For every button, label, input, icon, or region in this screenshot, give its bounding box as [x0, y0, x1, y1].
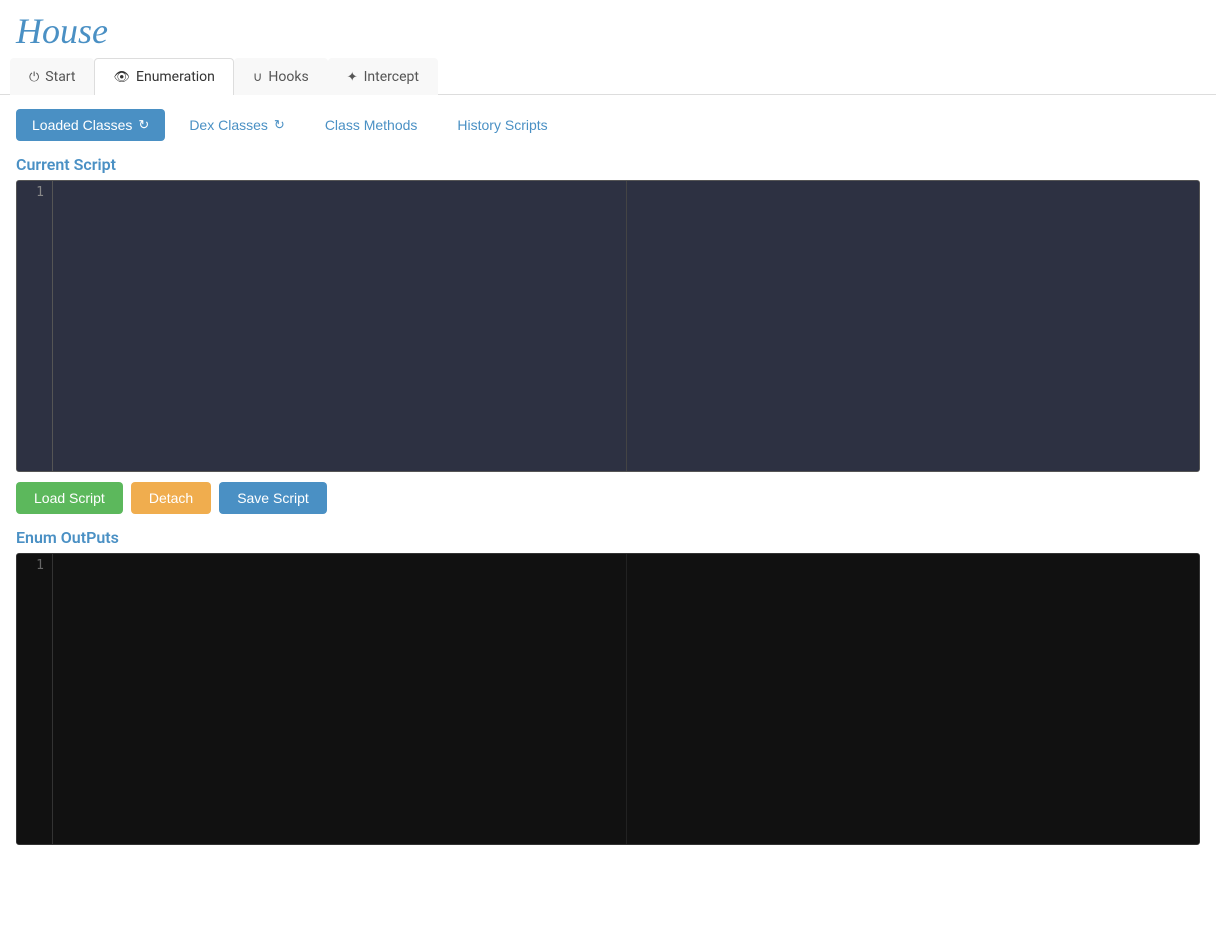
subtab-dex-classes-label: Dex Classes: [189, 117, 268, 133]
app-header: House: [0, 0, 1216, 58]
editor-main: [53, 181, 1199, 471]
load-script-button[interactable]: Load Script: [16, 482, 123, 514]
eye-icon: 👁: [113, 70, 130, 85]
detach-button[interactable]: Detach: [131, 482, 211, 514]
enum-right-panel: [626, 554, 1200, 844]
editor-gutter: 1: [17, 181, 53, 471]
subtab-dex-classes[interactable]: Dex Classes ↻: [173, 109, 301, 141]
save-script-button[interactable]: Save Script: [219, 482, 327, 514]
subtab-loaded-classes-label: Loaded Classes: [32, 117, 132, 133]
tab-hooks-label: Hooks: [268, 69, 308, 85]
refresh-icon-1: ↻: [138, 117, 149, 133]
subtab-history-scripts-label: History Scripts: [457, 117, 547, 133]
tab-intercept[interactable]: ✦ Intercept: [328, 58, 438, 95]
subtab-class-methods-label: Class Methods: [325, 117, 418, 133]
nav-tabs: ⏻ Start 👁 Enumeration ∪ Hooks ✦ Intercep…: [0, 58, 1216, 95]
power-icon: ⏻: [29, 70, 39, 85]
tab-start[interactable]: ⏻ Start: [10, 58, 94, 95]
refresh-icon-2: ↻: [274, 117, 285, 133]
tab-hooks[interactable]: ∪ Hooks: [234, 58, 328, 95]
enum-outputs-label: Enum OutPuts: [0, 524, 1216, 553]
sub-tabs: Loaded Classes ↻ Dex Classes ↻ Class Met…: [0, 95, 1216, 151]
editor-left-panel[interactable]: [53, 181, 626, 471]
intercept-icon: ✦: [347, 70, 358, 85]
hooks-icon: ∪: [253, 70, 263, 85]
enum-outputs-editor[interactable]: 1: [16, 553, 1200, 845]
enum-main: [53, 554, 1199, 844]
subtab-history-scripts[interactable]: History Scripts: [441, 109, 563, 141]
script-editor[interactable]: 1: [16, 180, 1200, 472]
enum-gutter: 1: [17, 554, 53, 844]
subtab-class-methods[interactable]: Class Methods: [309, 109, 434, 141]
tab-enumeration[interactable]: 👁 Enumeration: [94, 58, 233, 95]
tab-enumeration-label: Enumeration: [136, 69, 215, 85]
enum-line-number-1: 1: [36, 558, 44, 573]
enum-left-panel[interactable]: [53, 554, 626, 844]
current-script-label: Current Script: [0, 151, 1216, 180]
button-row: Load Script Detach Save Script: [0, 472, 1216, 524]
tab-start-label: Start: [45, 69, 75, 85]
tab-intercept-label: Intercept: [364, 69, 419, 85]
app-title: House: [16, 10, 1200, 52]
editor-right-panel: [626, 181, 1200, 471]
line-number-1: 1: [36, 185, 44, 200]
subtab-loaded-classes[interactable]: Loaded Classes ↻: [16, 109, 165, 141]
